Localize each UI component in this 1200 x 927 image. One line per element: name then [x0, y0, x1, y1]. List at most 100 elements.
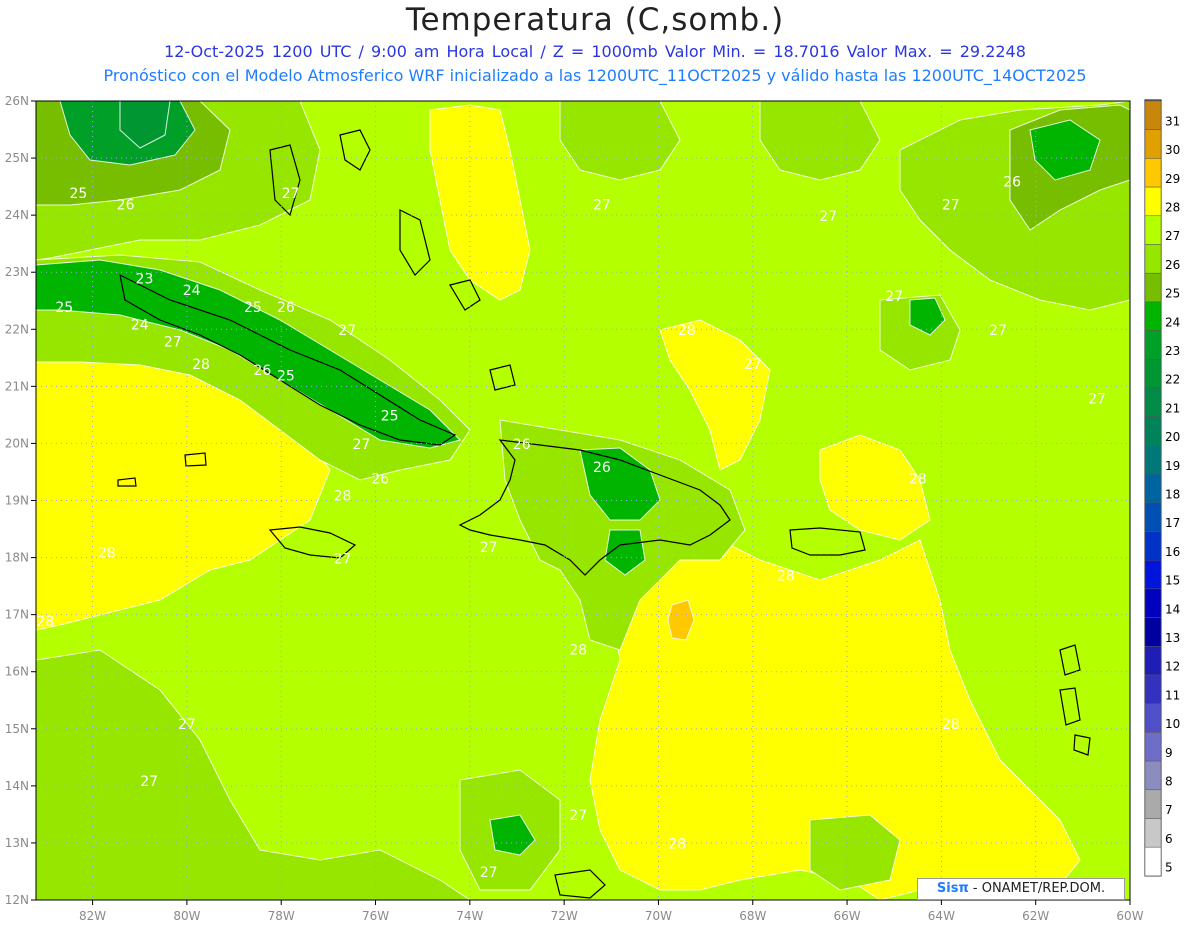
credit-box: Sisπ - ONAMET/REP.DOM. — [917, 878, 1125, 900]
y-tick-label: 20N — [5, 436, 29, 450]
contour-label: 28 — [942, 717, 960, 733]
contour-label: 26 — [1003, 175, 1021, 191]
colorbar-swatch — [1144, 846, 1162, 877]
colorbar-label: 26 — [1165, 258, 1180, 272]
y-tick-label: 12N — [5, 893, 29, 907]
contour-label: 27 — [334, 551, 352, 567]
y-tick-label: 25N — [5, 151, 29, 165]
x-tick-label: 68W — [739, 909, 766, 923]
colorbar-swatch — [1144, 789, 1162, 819]
contour-label: 28 — [98, 546, 116, 562]
colorbar-swatch — [1144, 129, 1162, 159]
contour-label: 25 — [55, 300, 73, 316]
y-tick-label: 13N — [5, 836, 29, 850]
x-tick-label: 64W — [928, 909, 955, 923]
y-tick-label: 15N — [5, 722, 29, 736]
colorbar-swatch — [1144, 387, 1162, 417]
contour-label: 27 — [819, 209, 837, 225]
contour-label: 26 — [513, 437, 531, 453]
colorbar-label: 13 — [1165, 631, 1180, 645]
credit-brand: Sisπ — [936, 881, 969, 896]
colorbar-label: 28 — [1165, 200, 1180, 214]
colorbar-swatch — [1144, 617, 1162, 647]
contour-label: 27 — [178, 717, 196, 733]
colorbar-label: 16 — [1165, 545, 1180, 559]
colorbar-label: 25 — [1165, 287, 1180, 301]
x-tick-label: 62W — [1022, 909, 1049, 923]
contour-label: 28 — [569, 643, 587, 659]
colorbar-swatch — [1144, 559, 1162, 590]
contour-label: 25 — [244, 300, 262, 316]
contour-label: 27 — [942, 197, 960, 213]
x-tick-label: 70W — [645, 909, 672, 923]
y-tick-label: 23N — [5, 265, 29, 279]
colorbar-swatch — [1144, 473, 1162, 504]
contour-label: 26 — [117, 197, 135, 213]
colorbar-swatch — [1144, 272, 1162, 303]
contour-label: 24 — [131, 317, 149, 333]
y-tick-label: 17N — [5, 608, 29, 622]
contour-label: 27 — [744, 357, 762, 373]
y-tick-label: 14N — [5, 779, 29, 793]
x-tick-label: 66W — [833, 909, 860, 923]
y-tick-label: 19N — [5, 494, 29, 508]
colorbar-label: 14 — [1165, 602, 1180, 616]
contour-label: 27 — [1088, 391, 1106, 407]
y-tick-label: 16N — [5, 665, 29, 679]
y-tick-label: 22N — [5, 322, 29, 336]
contour-label: 27 — [282, 186, 300, 202]
colorbar-label: 22 — [1165, 373, 1180, 387]
colorbar-label: 11 — [1165, 688, 1180, 702]
contour-label: 24 — [183, 283, 201, 299]
contour-label: 28 — [192, 357, 210, 373]
contour-label: 25 — [277, 369, 295, 385]
y-axis: 26N 25N 24N 23N 22N 21N 20N 19N 18N 17N 16N 15N 14N 1… — [5, 94, 36, 907]
x-tick-label: 76W — [362, 909, 389, 923]
colorbar: 31 30 29 28 27 26 25 24 23 22 21 20 19 18 17 16 15 14 13 12… — [1144, 99, 1180, 877]
colorbar-label: 5 — [1165, 861, 1173, 875]
colorbar-label: 20 — [1165, 430, 1180, 444]
contour-label: 28 — [334, 489, 352, 505]
contour-label: 27 — [164, 334, 182, 350]
colorbar-label: 24 — [1165, 315, 1180, 329]
y-tick-label: 21N — [5, 379, 29, 393]
contour-label: 28 — [909, 471, 927, 487]
colorbar-swatch — [1144, 445, 1162, 475]
contour-label: 25 — [70, 186, 88, 202]
x-tick-label: 78W — [268, 909, 295, 923]
contour-label: 27 — [885, 289, 903, 305]
colorbar-label: 29 — [1165, 172, 1180, 186]
colorbar-label: 31 — [1165, 114, 1180, 128]
contour-label: 28 — [668, 837, 686, 853]
x-tick-label: 82W — [79, 909, 106, 923]
contour-label: 23 — [136, 272, 154, 288]
colorbar-swatch — [1144, 100, 1162, 130]
colorbar-swatch — [1144, 818, 1162, 848]
x-tick-label: 80W — [173, 909, 200, 923]
colorbar-swatch — [1144, 186, 1162, 217]
contour-label: 26 — [593, 460, 611, 476]
colorbar-label: 18 — [1165, 487, 1180, 501]
colorbar-label: 19 — [1165, 459, 1180, 473]
colorbar-label: 8 — [1165, 774, 1173, 788]
contour-label: 28 — [37, 614, 55, 630]
temperature-map: 25 26 27 27 27 27 26 23 24 25 24 27 25 26 27 27 27 28 26 25… — [5, 94, 1181, 923]
colorbar-label: 12 — [1165, 660, 1180, 674]
y-tick-label: 18N — [5, 551, 29, 565]
colorbar-swatch — [1144, 416, 1162, 446]
contour-label: 27 — [480, 540, 498, 556]
x-tick-label: 72W — [551, 909, 578, 923]
colorbar-swatch — [1144, 359, 1162, 389]
colorbar-swatch — [1144, 588, 1162, 618]
contour-label: 27 — [989, 323, 1007, 339]
colorbar-swatch — [1144, 301, 1162, 331]
colorbar-label: 21 — [1165, 401, 1180, 415]
colorbar-label: 23 — [1165, 344, 1180, 358]
colorbar-label: 30 — [1165, 143, 1180, 157]
contour-label: 27 — [140, 774, 158, 790]
contour-label: 26 — [371, 471, 389, 487]
contour-label: 25 — [381, 409, 399, 425]
colorbar-swatch — [1144, 502, 1162, 532]
colorbar-swatch — [1144, 531, 1162, 561]
colorbar-swatch — [1144, 732, 1162, 762]
